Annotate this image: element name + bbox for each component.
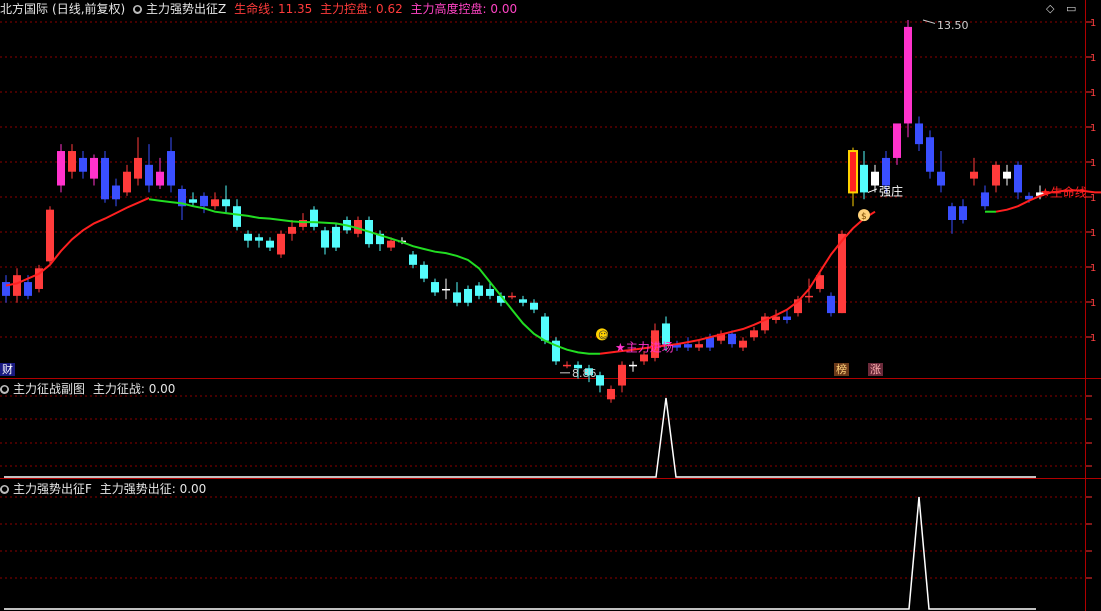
- candle-body: [420, 264, 428, 279]
- candle-body: [156, 171, 164, 186]
- candle-body: [596, 375, 604, 386]
- candle-body: [475, 285, 483, 296]
- axis-tick-label: 1: [1090, 298, 1096, 309]
- candle-body: [145, 164, 153, 186]
- smiley-face-icon: ☺: [598, 330, 608, 341]
- candle-body: [970, 171, 978, 179]
- candle-body: [926, 137, 934, 172]
- candle-body: [739, 340, 747, 348]
- candle-body: [860, 164, 868, 193]
- life-line-green: [148, 198, 600, 355]
- candle-body: [684, 344, 692, 348]
- main-entry-label: ★主力进场: [615, 341, 674, 355]
- candle-body: [387, 240, 395, 248]
- candle-body: [827, 295, 835, 314]
- axis-tick-label: 1: [1090, 333, 1096, 344]
- life-line-red: [5, 196, 150, 287]
- candle-body: [607, 388, 615, 400]
- candle-body: [805, 295, 813, 298]
- candle-body: [189, 199, 197, 203]
- candle-body: [453, 292, 461, 303]
- money-bag-symbol-icon: $: [861, 212, 867, 222]
- candle-body: [882, 157, 890, 186]
- axis-tick-label: 1: [1090, 263, 1096, 274]
- candle-body: [244, 233, 252, 241]
- strong-pointer: [867, 188, 878, 193]
- candle-body: [211, 199, 219, 207]
- rise-badge[interactable]: 涨: [868, 363, 883, 376]
- candle-body: [948, 206, 956, 220]
- life-line-tag: ★生命线: [1040, 184, 1087, 199]
- candle-body: [277, 233, 285, 255]
- candle-body: [431, 282, 439, 293]
- candle-body: [530, 302, 538, 310]
- candle-body: [541, 316, 549, 341]
- candle-body: [167, 151, 175, 186]
- axis-tick-label: 1: [1090, 88, 1096, 99]
- candle-body: [508, 295, 516, 298]
- candle-body: [981, 192, 989, 207]
- candle-body: [112, 185, 120, 200]
- candle-body: [640, 354, 648, 362]
- axis-tick-label: 1: [1090, 158, 1096, 169]
- finance-badge[interactable]: 财: [0, 363, 15, 376]
- axis-tick-label: 1: [1090, 53, 1096, 64]
- candle-body: [68, 151, 76, 172]
- candle-body: [24, 282, 32, 296]
- candle-body: [783, 316, 791, 320]
- candle-body: [233, 206, 241, 227]
- candle-body: [915, 123, 923, 145]
- candle-body: [695, 344, 703, 348]
- candle-body: [332, 226, 340, 248]
- candle-body: [992, 164, 1000, 186]
- candle-body: [266, 240, 274, 248]
- axis-tick-label: 1: [1090, 228, 1096, 239]
- candle-body: [46, 209, 54, 262]
- candle-body: [123, 171, 131, 193]
- candle-body: [1003, 171, 1011, 179]
- candle-body: [519, 299, 527, 303]
- candle-body: [310, 209, 318, 227]
- candle-body: [255, 237, 263, 241]
- candle-body: [222, 199, 230, 207]
- candle-body: [563, 364, 571, 367]
- candle-body: [904, 26, 912, 124]
- strong-banker-label: 强庄: [879, 183, 903, 198]
- candle-body: [486, 288, 494, 296]
- candle-body: [937, 171, 945, 186]
- candle-body: [618, 364, 626, 386]
- candle-body: [871, 171, 879, 186]
- ranking-badge[interactable]: 榜: [834, 363, 849, 376]
- candle-body: [893, 123, 901, 158]
- signal-line-2: [4, 496, 1036, 610]
- candlestick-chart: 1 1 1 1 1 1 1 1 1 1 13.50 8.86 ★主力进场 ☺ 强庄 $ ★生命线: [0, 18, 1101, 610]
- candle-body: [90, 157, 98, 179]
- candle-body: [1014, 164, 1022, 193]
- candle-body: [848, 150, 858, 194]
- candle-body: [959, 206, 967, 220]
- candle-body: [101, 157, 109, 200]
- axis-tick-label: 1: [1090, 18, 1096, 29]
- life-line-red: [599, 210, 876, 355]
- candle-body: [57, 151, 65, 186]
- high-price-label: 13.50: [937, 19, 969, 32]
- candle-body: [79, 157, 87, 172]
- candle-body: [13, 275, 21, 296]
- axis-tick-label: 1: [1090, 193, 1096, 204]
- candle-body: [134, 157, 142, 179]
- candle-body: [464, 288, 472, 303]
- candle-body: [750, 330, 758, 338]
- candle-body: [728, 333, 736, 345]
- candle-body: [288, 226, 296, 234]
- candle-body: [629, 364, 637, 367]
- high-pointer: [922, 19, 936, 24]
- candle-body: [409, 254, 417, 265]
- low-price-label: 8.86: [572, 367, 597, 380]
- candle-body: [200, 195, 208, 207]
- axis-tick-label: 1: [1090, 123, 1096, 134]
- signal-line-1: [4, 397, 1036, 478]
- candle-body: [321, 230, 329, 248]
- candle-body: [442, 288, 450, 291]
